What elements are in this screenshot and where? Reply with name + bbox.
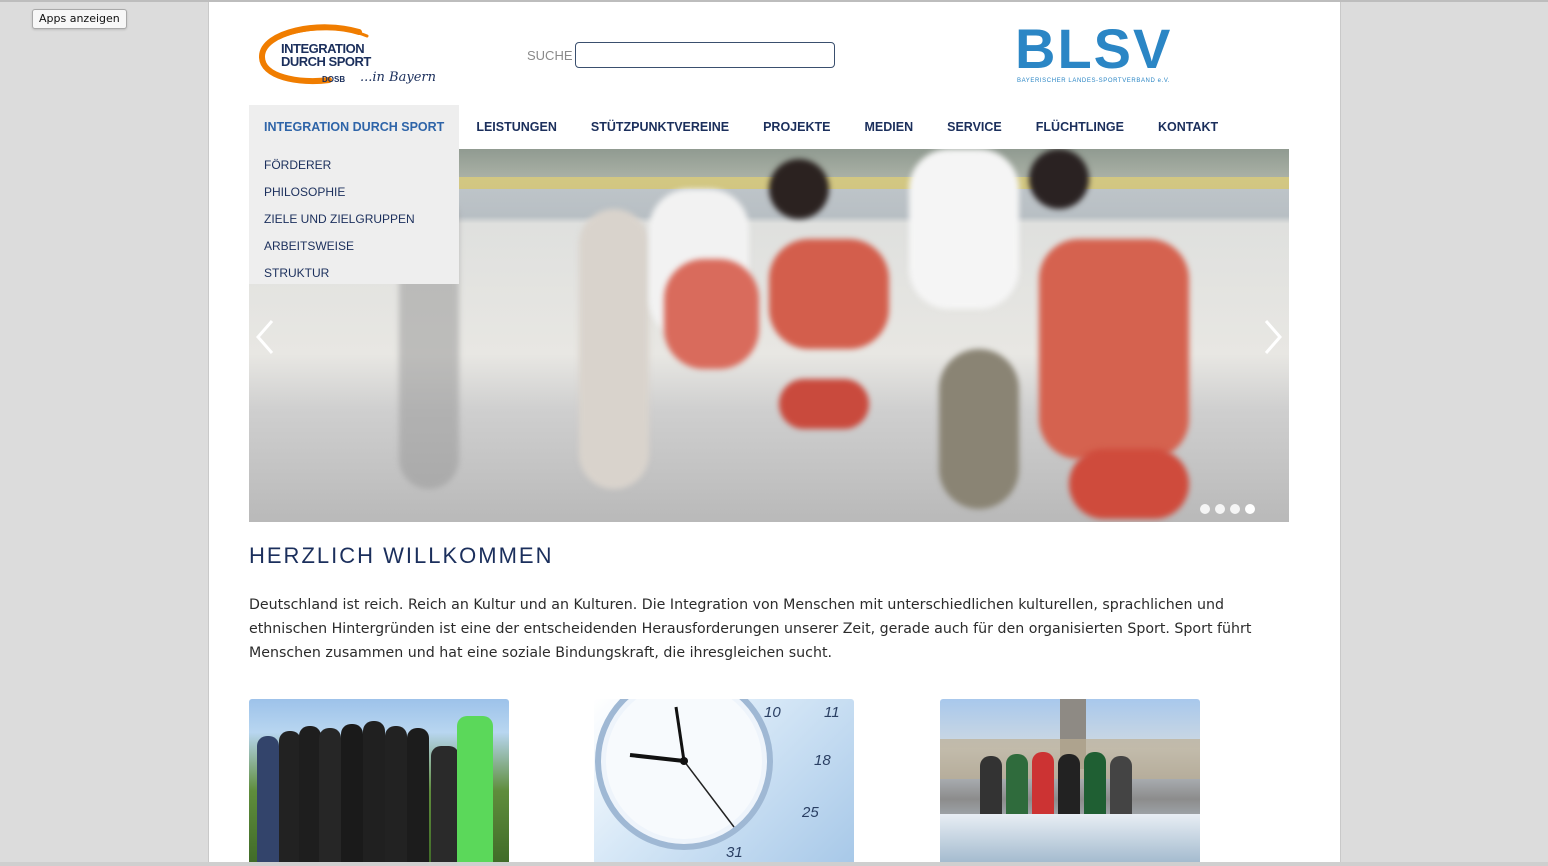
logo-line-2: DURCH SPORT	[281, 54, 371, 69]
page-container: INTEGRATION DURCH SPORT DOSB ...in Bayer…	[208, 2, 1341, 866]
slide-figure	[909, 149, 1019, 309]
search-input[interactable]	[575, 42, 835, 68]
nav-item-integration-durch-sport[interactable]: INTEGRATION DURCH SPORT	[249, 105, 460, 149]
blsv-logo-text: BLSV	[1015, 17, 1173, 80]
logo-dosb: DOSB	[322, 75, 346, 84]
blsv-logo-subtitle: BAYERISCHER LANDES-SPORTVERBAND e.V.	[1017, 78, 1171, 84]
clock-calendar-illustration: 10 11 17 18 24 25 31	[595, 699, 840, 861]
calendar-number: 11	[824, 704, 840, 721]
slide-figure	[1069, 449, 1189, 519]
nav-item-stuetzpunktvereine[interactable]: STÜTZPUNKTVEREINE	[574, 105, 746, 149]
logo-in-bayern: ...in Bayern	[360, 70, 436, 85]
slider-dot[interactable]	[1215, 504, 1225, 514]
slider-prev-arrow-icon[interactable]	[255, 319, 275, 355]
dropdown-item-philosophie[interactable]: PHILOSOPHIE	[249, 179, 459, 206]
slider-dot[interactable]	[1200, 504, 1210, 514]
slider-pagination	[1200, 504, 1255, 514]
dropdown-item-ziele-und-zielgruppen[interactable]: ZIELE UND ZIELGRUPPEN	[249, 206, 459, 233]
slide-figure	[769, 239, 889, 349]
intro-text: Deutschland ist reich. Reich an Kultur u…	[249, 597, 1252, 661]
dropdown-item-foerderer[interactable]: FÖRDERER	[249, 152, 459, 179]
slide-figure	[779, 379, 869, 429]
nav-item-projekte[interactable]: PROJEKTE	[746, 105, 847, 149]
apps-tooltip: Apps anzeigen	[32, 9, 127, 29]
calendar-number: 10	[764, 704, 781, 721]
nav-item-service[interactable]: SERVICE	[930, 105, 1019, 149]
dropdown-item-arbeitsweise[interactable]: ARBEITSWEISE	[249, 233, 459, 260]
slide-figure	[939, 349, 1019, 509]
slider-next-arrow-icon[interactable]	[1263, 319, 1283, 355]
calendar-number: 18	[814, 752, 831, 769]
slider-dot[interactable]	[1230, 504, 1240, 514]
page-title: HERZLICH WILLKOMMEN	[249, 543, 554, 568]
nav-item-medien[interactable]: MEDIEN	[847, 105, 930, 149]
nav-item-fluechtlinge[interactable]: FLÜCHTLINGE	[1019, 105, 1141, 149]
teaser-image-clock-calendar[interactable]: 10 11 17 18 24 25 31	[594, 699, 854, 866]
slide-figure	[579, 209, 649, 489]
nav-dropdown-integration: FÖRDERER PHILOSOPHIE ZIELE UND ZIELGRUPP…	[249, 149, 459, 284]
nav-item-kontakt[interactable]: KONTAKT	[1141, 105, 1235, 149]
slide-figure	[769, 159, 829, 219]
teaser-image-team[interactable]	[249, 699, 509, 866]
slide-figure	[664, 259, 759, 369]
slider-dot-active[interactable]	[1245, 504, 1255, 514]
calendar-number: 31	[726, 844, 743, 861]
slide-figure	[1029, 149, 1089, 209]
integration-durch-sport-logo[interactable]: INTEGRATION DURCH SPORT DOSB ...in Bayer…	[259, 22, 459, 92]
dropdown-item-struktur[interactable]: STRUKTUR	[249, 260, 459, 287]
main-navigation: INTEGRATION DURCH SPORT LEISTUNGEN STÜTZ…	[249, 105, 1235, 149]
teaser-image-stage-event[interactable]	[940, 699, 1200, 866]
blsv-logo[interactable]: BLSV BAYERISCHER LANDES-SPORTVERBAND e.V…	[1015, 17, 1195, 92]
search-label: SUCHE	[527, 48, 573, 63]
calendar-number: 25	[801, 804, 819, 821]
nav-item-leistungen[interactable]: LEISTUNGEN	[459, 105, 574, 149]
slide-figure	[1039, 239, 1189, 459]
browser-bottom-border	[0, 862, 1548, 866]
